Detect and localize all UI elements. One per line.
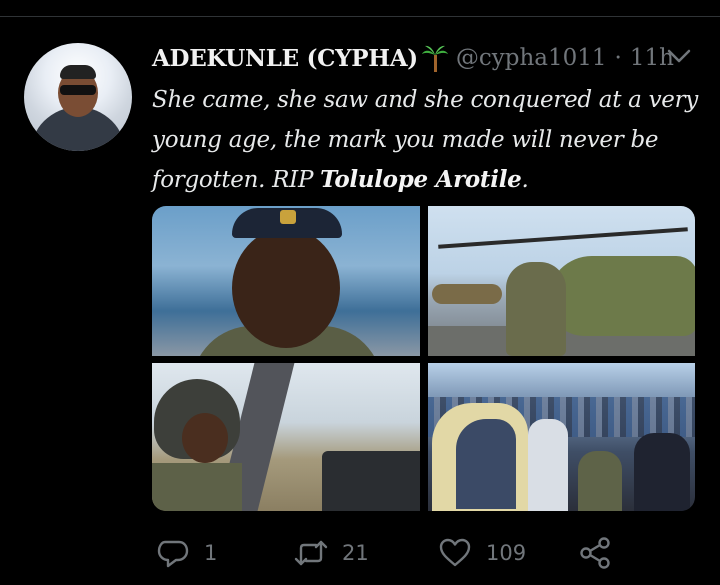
photo-detail <box>438 227 688 249</box>
author-name[interactable]: ADEKUNLE (CYPHA) <box>152 45 418 72</box>
photo-detail <box>548 256 695 336</box>
reply-button[interactable]: 1 <box>156 533 217 573</box>
author-avatar[interactable] <box>24 43 132 151</box>
reply-count: 1 <box>204 541 218 565</box>
share-button[interactable] <box>578 533 612 573</box>
author-handle[interactable]: @cypha1011 <box>456 45 607 71</box>
retweet-button[interactable]: 21 <box>294 533 369 573</box>
photo-detail <box>322 451 420 511</box>
chevron-down-icon[interactable] <box>666 46 692 66</box>
photo-helicopter[interactable] <box>428 206 695 356</box>
photo-detail <box>578 451 622 511</box>
like-button[interactable]: 109 <box>438 533 526 573</box>
tweet-text-end: . <box>521 167 529 193</box>
avatar-hair <box>60 65 96 79</box>
photo-portrait[interactable] <box>152 206 420 356</box>
reply-icon <box>157 540 189 568</box>
photo-detail <box>182 413 228 463</box>
photo-cockpit[interactable] <box>152 363 420 511</box>
share-icon <box>580 537 610 569</box>
retweet-count: 21 <box>342 541 369 565</box>
tweet-actions: 1 21 109 <box>152 533 622 573</box>
tweet-text: She came, she saw and she conquered at a… <box>152 80 700 200</box>
photo-detail <box>280 210 296 224</box>
photo-detail <box>506 262 566 356</box>
heart-icon <box>439 538 471 567</box>
mention-name: Tolulope Arotile <box>320 166 522 193</box>
photo-detail <box>432 284 502 304</box>
like-count: 109 <box>486 541 527 565</box>
photo-detail <box>232 228 340 348</box>
dot-separator: · <box>614 45 622 71</box>
palm-tree-icon <box>421 45 448 72</box>
retweet-icon <box>294 540 328 566</box>
tweet-header: ADEKUNLE (CYPHA) @cypha1011 · 11h <box>152 40 674 76</box>
photo-ceremony[interactable] <box>428 363 695 511</box>
photo-detail <box>528 419 568 511</box>
avatar-glasses <box>60 85 96 95</box>
photo-detail <box>152 463 242 511</box>
media-grid <box>152 206 695 511</box>
photo-detail <box>456 419 516 509</box>
photo-detail <box>634 433 690 511</box>
top-divider <box>0 16 720 17</box>
